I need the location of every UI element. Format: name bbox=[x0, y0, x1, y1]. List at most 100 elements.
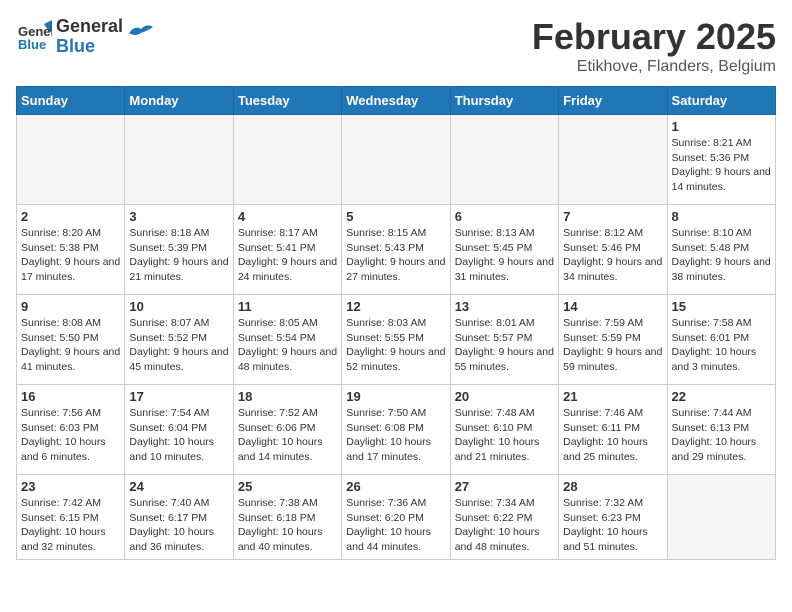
column-header-friday: Friday bbox=[559, 87, 667, 115]
calendar-week-0: 1Sunrise: 8:21 AM Sunset: 5:36 PM Daylig… bbox=[17, 115, 776, 205]
day-number: 2 bbox=[21, 209, 120, 224]
day-info: Sunrise: 7:50 AM Sunset: 6:08 PM Dayligh… bbox=[346, 406, 445, 465]
svg-text:Blue: Blue bbox=[18, 37, 46, 52]
day-info: Sunrise: 7:56 AM Sunset: 6:03 PM Dayligh… bbox=[21, 406, 120, 465]
calendar-cell: 22 Sunrise: 7:44 AM Sunset: 6:13 PM Dayli… bbox=[667, 385, 775, 475]
calendar-cell: 4 Sunrise: 8:17 AM Sunset: 5:41 PM Daylig… bbox=[233, 205, 341, 295]
day-info: Sunrise: 7:32 AM Sunset: 6:23 PM Dayligh… bbox=[563, 496, 662, 555]
calendar-cell: 5 Sunrise: 8:15 AM Sunset: 5:43 PM Daylig… bbox=[342, 205, 450, 295]
column-header-sunday: Sunday bbox=[17, 87, 125, 115]
day-number: 27 bbox=[455, 479, 554, 494]
calendar-week-1: 2 Sunrise: 8:20 AM Sunset: 5:38 PM Daylig… bbox=[17, 205, 776, 295]
day-info: Sunrise: 8:17 AM Sunset: 5:41 PM Dayligh… bbox=[238, 226, 337, 285]
day-number: 24 bbox=[129, 479, 228, 494]
calendar-week-4: 23 Sunrise: 7:42 AM Sunset: 6:15 PM Dayli… bbox=[17, 475, 776, 560]
logo: General Blue General Blue bbox=[16, 16, 153, 57]
day-number: 20 bbox=[455, 389, 554, 404]
day-number: 25 bbox=[238, 479, 337, 494]
logo-icon: General Blue bbox=[16, 16, 52, 52]
day-number: 9 bbox=[21, 299, 120, 314]
day-number: 15 bbox=[672, 299, 771, 314]
calendar-cell: 27Sunrise: 7:34 AM Sunset: 6:22 PM Dayli… bbox=[450, 475, 558, 560]
day-info: Sunrise: 8:18 AM Sunset: 5:39 PM Dayligh… bbox=[129, 226, 228, 285]
calendar-cell: 24 Sunrise: 7:40 AM Sunset: 6:17 PM Dayli… bbox=[125, 475, 233, 560]
day-info: Sunrise: 8:01 AM Sunset: 5:57 PM Dayligh… bbox=[455, 316, 554, 375]
calendar-table: SundayMondayTuesdayWednesdayThursdayFrid… bbox=[16, 86, 776, 560]
calendar-cell: 14 Sunrise: 7:59 AM Sunset: 5:59 PM Dayli… bbox=[559, 295, 667, 385]
calendar-cell: 26 Sunrise: 7:36 AM Sunset: 6:20 PM Dayli… bbox=[342, 475, 450, 560]
calendar-cell: 12 Sunrise: 8:03 AM Sunset: 5:55 PM Dayli… bbox=[342, 295, 450, 385]
calendar-cell: 20Sunrise: 7:48 AM Sunset: 6:10 PM Dayli… bbox=[450, 385, 558, 475]
day-info: Sunrise: 7:36 AM Sunset: 6:20 PM Dayligh… bbox=[346, 496, 445, 555]
day-number: 13 bbox=[455, 299, 554, 314]
calendar-cell bbox=[233, 115, 341, 205]
calendar-cell: 19 Sunrise: 7:50 AM Sunset: 6:08 PM Dayli… bbox=[342, 385, 450, 475]
page-subtitle: Etikhove, Flanders, Belgium bbox=[532, 58, 776, 76]
day-number: 17 bbox=[129, 389, 228, 404]
day-number: 10 bbox=[129, 299, 228, 314]
logo-line1: General bbox=[56, 17, 123, 37]
calendar-cell: 11Sunrise: 8:05 AM Sunset: 5:54 PM Dayli… bbox=[233, 295, 341, 385]
day-number: 23 bbox=[21, 479, 120, 494]
calendar-cell bbox=[667, 475, 775, 560]
column-header-thursday: Thursday bbox=[450, 87, 558, 115]
day-number: 22 bbox=[672, 389, 771, 404]
column-header-saturday: Saturday bbox=[667, 87, 775, 115]
day-info: Sunrise: 7:54 AM Sunset: 6:04 PM Dayligh… bbox=[129, 406, 228, 465]
day-number: 28 bbox=[563, 479, 662, 494]
day-number: 5 bbox=[346, 209, 445, 224]
calendar-header-row: SundayMondayTuesdayWednesdayThursdayFrid… bbox=[17, 87, 776, 115]
column-header-wednesday: Wednesday bbox=[342, 87, 450, 115]
day-number: 6 bbox=[455, 209, 554, 224]
calendar-cell: 10 Sunrise: 8:07 AM Sunset: 5:52 PM Dayli… bbox=[125, 295, 233, 385]
calendar-cell bbox=[559, 115, 667, 205]
calendar-cell: 15 Sunrise: 7:58 AM Sunset: 6:01 PM Dayli… bbox=[667, 295, 775, 385]
calendar-cell: 13 Sunrise: 8:01 AM Sunset: 5:57 PM Dayli… bbox=[450, 295, 558, 385]
calendar-cell bbox=[342, 115, 450, 205]
calendar-cell: 6Sunrise: 8:13 AM Sunset: 5:45 PM Daylig… bbox=[450, 205, 558, 295]
day-info: Sunrise: 8:03 AM Sunset: 5:55 PM Dayligh… bbox=[346, 316, 445, 375]
day-info: Sunrise: 7:58 AM Sunset: 6:01 PM Dayligh… bbox=[672, 316, 771, 375]
day-info: Sunrise: 8:15 AM Sunset: 5:43 PM Dayligh… bbox=[346, 226, 445, 285]
calendar-cell bbox=[125, 115, 233, 205]
day-info: Sunrise: 7:44 AM Sunset: 6:13 PM Dayligh… bbox=[672, 406, 771, 465]
day-info: Sunrise: 7:52 AM Sunset: 6:06 PM Dayligh… bbox=[238, 406, 337, 465]
calendar-cell: 21Sunrise: 7:46 AM Sunset: 6:11 PM Dayli… bbox=[559, 385, 667, 475]
day-number: 21 bbox=[563, 389, 662, 404]
day-number: 11 bbox=[238, 299, 337, 314]
column-header-monday: Monday bbox=[125, 87, 233, 115]
day-number: 1 bbox=[672, 119, 771, 134]
day-info: Sunrise: 8:10 AM Sunset: 5:48 PM Dayligh… bbox=[672, 226, 771, 285]
calendar-cell: 9 Sunrise: 8:08 AM Sunset: 5:50 PM Daylig… bbox=[17, 295, 125, 385]
day-number: 4 bbox=[238, 209, 337, 224]
day-info: Sunrise: 8:07 AM Sunset: 5:52 PM Dayligh… bbox=[129, 316, 228, 375]
day-number: 18 bbox=[238, 389, 337, 404]
page-title: February 2025 bbox=[532, 16, 776, 58]
day-number: 26 bbox=[346, 479, 445, 494]
header: General Blue General Blue February 2025 … bbox=[16, 16, 776, 76]
day-info: Sunrise: 8:20 AM Sunset: 5:38 PM Dayligh… bbox=[21, 226, 120, 285]
calendar-cell: 8 Sunrise: 8:10 AM Sunset: 5:48 PM Daylig… bbox=[667, 205, 775, 295]
day-info: Sunrise: 8:08 AM Sunset: 5:50 PM Dayligh… bbox=[21, 316, 120, 375]
title-area: February 2025 Etikhove, Flanders, Belgiu… bbox=[532, 16, 776, 76]
calendar-cell: 25Sunrise: 7:38 AM Sunset: 6:18 PM Dayli… bbox=[233, 475, 341, 560]
calendar-cell: 1Sunrise: 8:21 AM Sunset: 5:36 PM Daylig… bbox=[667, 115, 775, 205]
day-number: 16 bbox=[21, 389, 120, 404]
calendar-cell: 28 Sunrise: 7:32 AM Sunset: 6:23 PM Dayli… bbox=[559, 475, 667, 560]
calendar-cell: 18 Sunrise: 7:52 AM Sunset: 6:06 PM Dayli… bbox=[233, 385, 341, 475]
day-info: Sunrise: 7:40 AM Sunset: 6:17 PM Dayligh… bbox=[129, 496, 228, 555]
day-info: Sunrise: 7:42 AM Sunset: 6:15 PM Dayligh… bbox=[21, 496, 120, 555]
day-number: 12 bbox=[346, 299, 445, 314]
day-info: Sunrise: 8:12 AM Sunset: 5:46 PM Dayligh… bbox=[563, 226, 662, 285]
column-header-tuesday: Tuesday bbox=[233, 87, 341, 115]
calendar-cell: 2 Sunrise: 8:20 AM Sunset: 5:38 PM Daylig… bbox=[17, 205, 125, 295]
logo-line2: Blue bbox=[56, 37, 123, 57]
day-info: Sunrise: 7:59 AM Sunset: 5:59 PM Dayligh… bbox=[563, 316, 662, 375]
calendar-cell: 17 Sunrise: 7:54 AM Sunset: 6:04 PM Dayli… bbox=[125, 385, 233, 475]
logo-bird-icon bbox=[129, 23, 153, 43]
day-number: 19 bbox=[346, 389, 445, 404]
calendar-week-3: 16 Sunrise: 7:56 AM Sunset: 6:03 PM Dayli… bbox=[17, 385, 776, 475]
calendar-cell: 16 Sunrise: 7:56 AM Sunset: 6:03 PM Dayli… bbox=[17, 385, 125, 475]
day-number: 14 bbox=[563, 299, 662, 314]
day-number: 8 bbox=[672, 209, 771, 224]
